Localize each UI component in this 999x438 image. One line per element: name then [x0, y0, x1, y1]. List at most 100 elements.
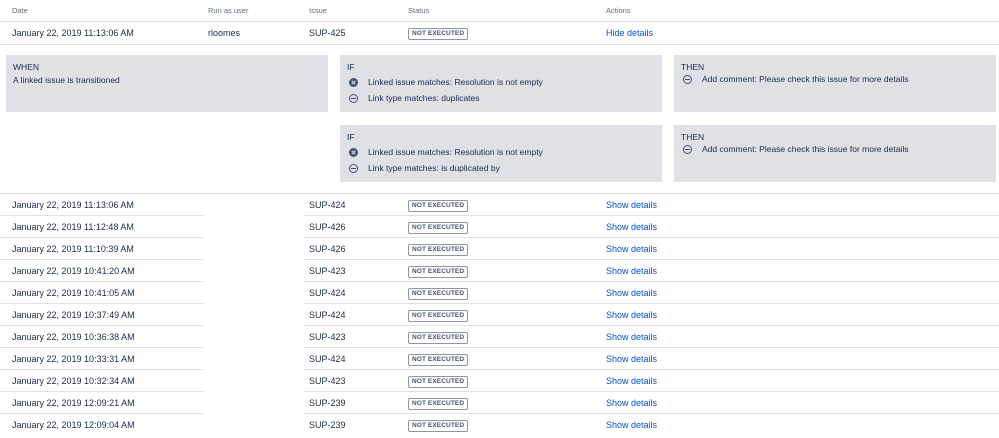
row-status-cell: NOT EXECUTED	[408, 304, 469, 326]
then-box-2: THEN Add comment: Please check this issu…	[674, 125, 996, 182]
details-panel: WHEN A linked issue is transitioned IF L…	[0, 45, 999, 194]
status-badge: NOT EXECUTED	[408, 331, 469, 344]
row-actions-cell: Hide details	[606, 22, 653, 44]
table-row: January 22, 2019 11:13:06 AM SUP-424 NOT E…	[0, 194, 999, 216]
table-row: January 22, 2019 11:12:48 AM SUP-426 NOT E…	[0, 216, 999, 238]
condition-text: Link type matches: is duplicated by	[368, 163, 500, 173]
condition-text: Linked issue matches: Resolution is not …	[368, 77, 543, 87]
row-issue: SUP-239	[309, 398, 346, 408]
row-issue: SUP-423	[309, 266, 346, 276]
status-badge: NOT EXECUTED	[408, 397, 469, 410]
condition-text: Link type matches: duplicates	[368, 93, 480, 103]
column-header-user: Run as user	[208, 6, 249, 15]
row-date: January 22, 2019 10:41:05 AM	[12, 288, 135, 298]
condition-item: Link type matches: duplicates	[347, 90, 655, 106]
row-date: January 22, 2019 10:33:31 AM	[12, 354, 135, 364]
row-status-cell: NOT EXECUTED	[408, 392, 469, 414]
table-row: January 22, 2019 12:09:21 AM SUP-239 NOT E…	[0, 392, 999, 414]
row-actions-cell: Show details	[606, 414, 657, 436]
if-box-1: IF Linked issue matches: Resolution is n…	[340, 55, 662, 112]
action-item: Add comment: Please check this issue for…	[681, 71, 989, 87]
row-date: January 22, 2019 12:09:04 AM	[12, 420, 135, 430]
row-status-cell: NOT EXECUTED	[408, 22, 469, 44]
then-box-1: THEN Add comment: Please check this issu…	[674, 55, 996, 112]
if-box-2: IF Linked issue matches: Resolution is n…	[340, 125, 662, 182]
audit-log-table: Date Run as user Issue Status Actions Ja…	[0, 0, 999, 436]
row-actions-cell: Show details	[606, 216, 657, 238]
when-text: A linked issue is transitioned	[13, 75, 120, 85]
show-details-link[interactable]: Show details	[606, 200, 657, 210]
show-details-link[interactable]: Show details	[606, 420, 657, 430]
row-date: January 22, 2019 11:13:06 AM	[12, 200, 134, 210]
table-row: January 22, 2019 10:41:05 AM SUP-424 NOT E…	[0, 282, 999, 304]
status-badge: NOT EXECUTED	[408, 309, 469, 322]
if-title: IF	[347, 62, 355, 72]
action-item: Add comment: Please check this issue for…	[681, 141, 989, 157]
table-row: January 22, 2019 10:37:49 AM SUP-424 NOT E…	[0, 304, 999, 326]
table-row: January 22, 2019 10:32:34 AM SUP-423 NOT E…	[0, 370, 999, 392]
row-issue: SUP-424	[309, 354, 346, 364]
show-details-link[interactable]: Show details	[606, 266, 657, 276]
row-issue: SUP-239	[309, 420, 346, 430]
status-badge: NOT EXECUTED	[408, 265, 469, 278]
hide-details-link[interactable]: Hide details	[606, 28, 653, 38]
row-actions-cell: Show details	[606, 282, 657, 304]
row-status-cell: NOT EXECUTED	[408, 370, 469, 392]
x-circle-icon	[349, 77, 358, 87]
row-issue: SUP-426	[309, 222, 346, 232]
row-actions-cell: Show details	[606, 260, 657, 282]
status-badge: NOT EXECUTED	[408, 27, 469, 40]
column-header-status: Status	[408, 6, 430, 15]
row-issue: SUP-424	[309, 288, 346, 298]
row-status-cell: NOT EXECUTED	[408, 414, 469, 436]
row-issue: SUP-423	[309, 332, 346, 342]
row-date: January 22, 2019 11:13:06 AM	[12, 28, 134, 38]
x-circle-icon	[349, 147, 358, 157]
status-badge: NOT EXECUTED	[408, 419, 469, 432]
show-details-link[interactable]: Show details	[606, 332, 657, 342]
status-badge: NOT EXECUTED	[408, 287, 469, 300]
column-header-date: Date	[12, 6, 28, 15]
minus-circle-icon	[349, 163, 358, 173]
action-text: Add comment: Please check this issue for…	[702, 74, 909, 84]
row-actions-cell: Show details	[606, 304, 657, 326]
row-date: January 22, 2019 11:12:48 AM	[12, 222, 134, 232]
condition-item: Link type matches: is duplicated by	[347, 160, 655, 176]
status-badge: NOT EXECUTED	[408, 199, 469, 212]
row-actions-cell: Show details	[606, 326, 657, 348]
row-user: rloomes	[208, 28, 241, 38]
row-issue: SUP-424	[309, 310, 346, 320]
show-details-link[interactable]: Show details	[606, 288, 657, 298]
show-details-link[interactable]: Show details	[606, 398, 657, 408]
row-actions-cell: Show details	[606, 370, 657, 392]
row-issue: SUP-424	[309, 200, 346, 210]
table-header: Date Run as user Issue Status Actions	[0, 0, 999, 22]
show-details-link[interactable]: Show details	[606, 354, 657, 364]
show-details-link[interactable]: Show details	[606, 376, 657, 386]
row-status-cell: NOT EXECUTED	[408, 282, 469, 304]
condition-text: Linked issue matches: Resolution is not …	[368, 147, 543, 157]
row-date: January 22, 2019 10:32:34 AM	[12, 376, 135, 386]
row-status-cell: NOT EXECUTED	[408, 216, 469, 238]
minus-circle-icon	[683, 144, 692, 154]
row-date: January 22, 2019 12:09:21 AM	[12, 398, 135, 408]
table-body: January 22, 2019 11:13:06 AM SUP-424 NOT E…	[0, 194, 999, 436]
condition-item: Linked issue matches: Resolution is not …	[347, 144, 655, 160]
column-header-issue: Issue	[309, 6, 327, 15]
show-details-link[interactable]: Show details	[606, 310, 657, 320]
row-actions-cell: Show details	[606, 238, 657, 260]
table-row: January 22, 2019 10:41:20 AM SUP-423 NOT E…	[0, 260, 999, 282]
table-row: January 22, 2019 10:36:38 AM SUP-423 NOT E…	[0, 326, 999, 348]
row-date: January 22, 2019 10:41:20 AM	[12, 266, 135, 276]
row-status-cell: NOT EXECUTED	[408, 238, 469, 260]
status-badge: NOT EXECUTED	[408, 243, 469, 256]
row-date: January 22, 2019 10:37:49 AM	[12, 310, 135, 320]
row-status-cell: NOT EXECUTED	[408, 194, 469, 216]
column-header-actions: Actions	[606, 6, 631, 15]
status-badge: NOT EXECUTED	[408, 353, 469, 366]
show-details-link[interactable]: Show details	[606, 222, 657, 232]
show-details-link[interactable]: Show details	[606, 244, 657, 254]
action-text: Add comment: Please check this issue for…	[702, 144, 909, 154]
row-issue: SUP-425	[309, 28, 346, 38]
row-status-cell: NOT EXECUTED	[408, 348, 469, 370]
